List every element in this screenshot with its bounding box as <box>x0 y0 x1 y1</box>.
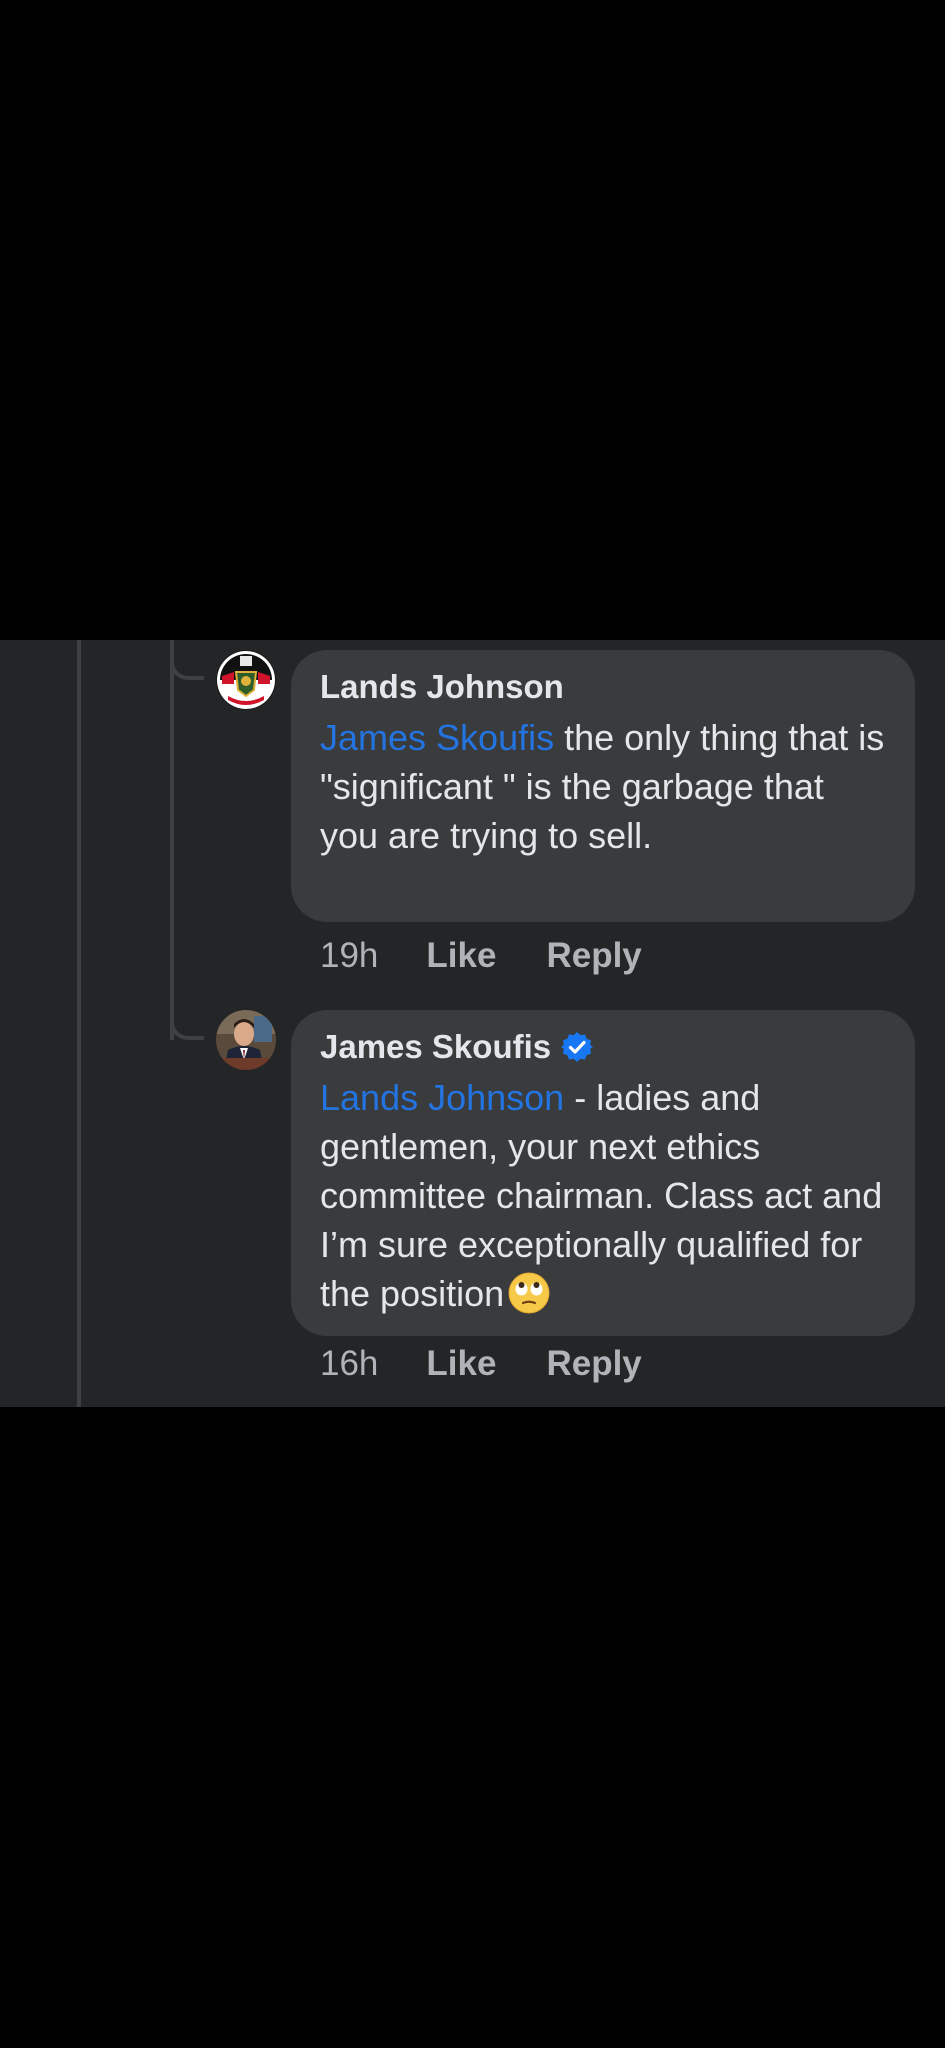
comment-timestamp[interactable]: 19h <box>320 936 378 976</box>
comment-author[interactable]: Lands Johnson <box>320 666 887 708</box>
comment-text: Lands Johnson - ladies and gentlemen, yo… <box>320 1073 887 1318</box>
comment-actions: 19h Like Reply <box>320 936 692 976</box>
comment-author-name[interactable]: James Skoufis <box>320 1026 551 1068</box>
verified-badge-icon <box>561 1032 594 1062</box>
comment-actions: 16h Like Reply <box>320 1344 692 1384</box>
avatar[interactable] <box>216 650 276 710</box>
like-button[interactable]: Like <box>426 1344 496 1384</box>
comment-author[interactable]: James Skoufis <box>320 1026 887 1068</box>
avatar-james-skoufis-image <box>216 1010 276 1070</box>
mention-link[interactable]: Lands Johnson <box>320 1077 564 1118</box>
reply-button[interactable]: Reply <box>546 1344 641 1384</box>
avatar-lands-johnson-image <box>216 650 276 710</box>
reply-button[interactable]: Reply <box>546 936 641 976</box>
mention-link[interactable]: James Skoufis <box>320 717 554 758</box>
like-button[interactable]: Like <box>426 936 496 976</box>
thread-line-inner <box>170 640 174 1040</box>
reply-connector <box>170 640 204 680</box>
reply-connector <box>170 1000 204 1040</box>
thread-line-outer <box>77 640 81 1407</box>
comment-timestamp[interactable]: 16h <box>320 1344 378 1384</box>
rolling-eyes-emoji-icon <box>508 1272 550 1314</box>
comment-bubble: James Skoufis Lands Johnson - ladies and… <box>291 1010 915 1336</box>
avatar[interactable] <box>216 1010 276 1070</box>
comment-author-name[interactable]: Lands Johnson <box>320 666 564 708</box>
comment-text: James Skoufis the only thing that is "si… <box>320 713 887 860</box>
comment-thread: Lands Johnson James Skoufis the only thi… <box>0 640 945 1407</box>
comment-bubble: Lands Johnson James Skoufis the only thi… <box>291 650 915 922</box>
